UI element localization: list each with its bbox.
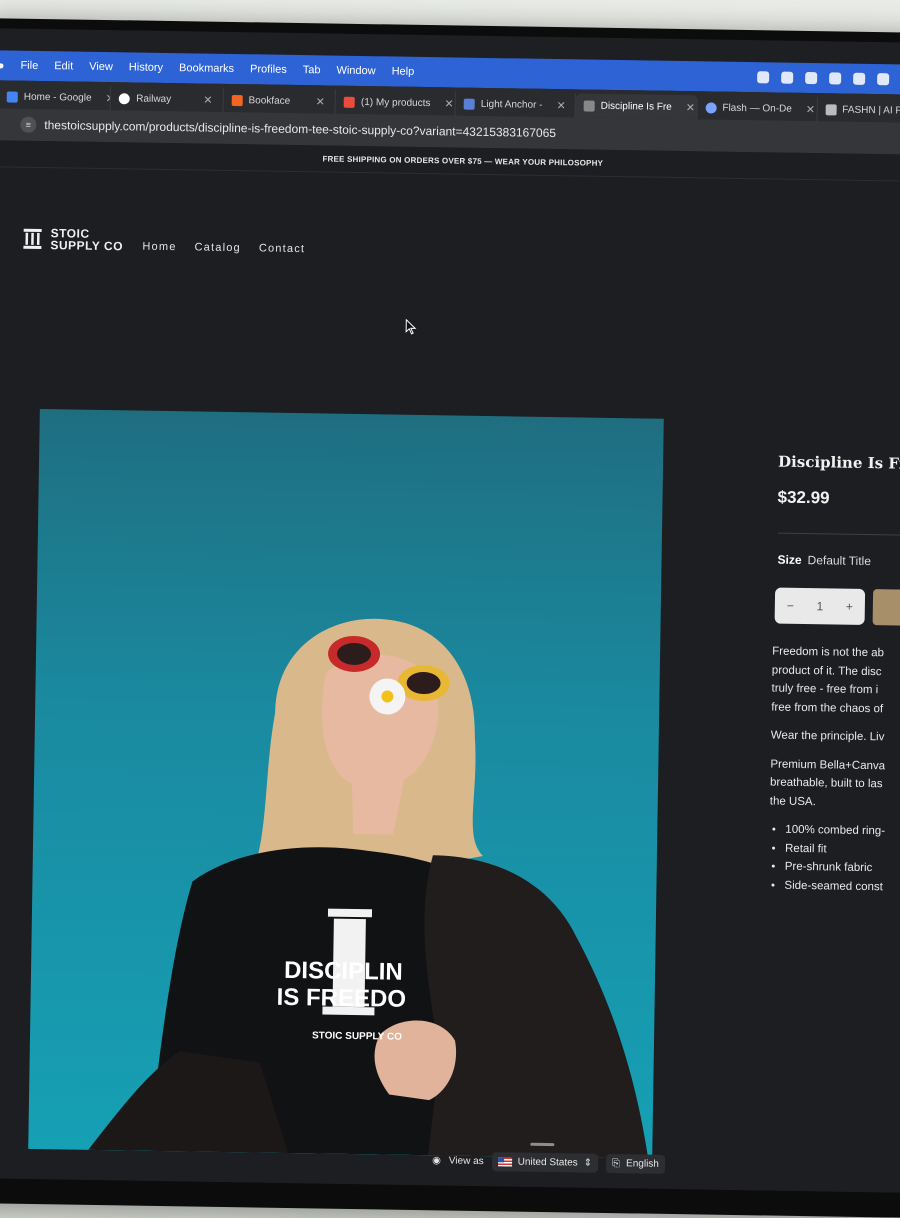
country-value: United States (517, 1156, 578, 1169)
url-text[interactable]: thestoicsupply.com/products/discipline-i… (44, 118, 556, 140)
flash-favicon-icon (705, 101, 717, 114)
status-app-icon[interactable] (853, 72, 866, 85)
tab-discipline-active[interactable]: Discipline Is Fre ✕ (575, 93, 698, 120)
model-photo: DISCIPLIN IS FREEDO STOIC SUPPLY CO (88, 618, 649, 1159)
drag-handle[interactable] (530, 1142, 555, 1147)
feature-list: 100% combed ring- Retail fit Pre-shrunk … (768, 820, 900, 896)
quantity-minus-button[interactable]: − (787, 599, 794, 613)
shirt-print-line-2: IS FREEDO (276, 984, 406, 1013)
view-as-label: View as (448, 1155, 484, 1168)
main-nav: Home Catalog Contact (142, 241, 305, 256)
status-app-icon[interactable] (877, 73, 890, 86)
store-logo[interactable]: STOIC SUPPLY CO (22, 226, 124, 254)
menu-view[interactable]: View (89, 61, 113, 73)
browser-screen: ● File Edit View History Bookmarks Profi… (0, 28, 900, 1193)
feature-item: Retail fit (785, 839, 900, 859)
desc-paragraph-2: Wear the principle. Liv (770, 729, 885, 744)
close-tab-icon[interactable]: ✕ (430, 97, 453, 110)
product-price: $32.99 (777, 487, 830, 508)
desc-line: Premium Bella+Canva (770, 758, 886, 772)
menu-help[interactable]: Help (392, 65, 415, 77)
quantity-stepper: − 1 + (774, 587, 866, 625)
close-tab-icon[interactable]: ✕ (302, 95, 325, 108)
fashn-favicon-icon (825, 103, 837, 115)
translate-icon: ⎘ (612, 1158, 621, 1170)
feature-item: Pre-shrunk fabric (785, 858, 900, 878)
apple-menu-icon[interactable]: ● (0, 58, 5, 72)
language-select[interactable]: ⎘ English (605, 1153, 666, 1174)
eye-icon: ◉ (432, 1155, 441, 1167)
product-image[interactable]: DISCIPLIN IS FREEDO STOIC SUPPLY CO (28, 408, 664, 1159)
updown-chevron-icon: ⇕ (583, 1157, 593, 1169)
stoic-favicon-icon (583, 99, 595, 112)
menu-history[interactable]: History (129, 61, 163, 74)
nav-home[interactable]: Home (142, 241, 176, 254)
size-label: Size (777, 552, 802, 567)
quantity-plus-button[interactable]: + (846, 600, 853, 614)
product-info: Discipline Is Fre $32.99 (777, 453, 900, 511)
language-value: English (626, 1158, 659, 1170)
desc-line: breathable, built to las (769, 776, 883, 791)
close-tab-icon[interactable]: ✕ (672, 100, 695, 114)
menubar-status-icons (757, 71, 890, 86)
product-title: Discipline Is Fre (777, 452, 900, 473)
tab-railway[interactable]: Railway ✕ (110, 86, 224, 112)
desc-line: product of it. The disc (771, 664, 882, 678)
monitor-bezel: ● File Edit View History Bookmarks Profi… (0, 18, 900, 1218)
tab-home-google[interactable]: Home - Google ✕ (0, 84, 112, 111)
us-flag-icon (497, 1157, 512, 1167)
tab-light-anchor[interactable]: Light Anchor - ✕ (455, 91, 576, 118)
add-to-cart-button[interactable] (872, 589, 900, 626)
pillar-logo-icon (23, 228, 42, 249)
tab-my-products[interactable]: (1) My products ✕ (335, 89, 456, 116)
product-description: Freedom is not the ab product of it. The… (768, 643, 900, 897)
country-select[interactable]: United States ⇕ (491, 1152, 599, 1173)
status-app-icon[interactable] (781, 71, 794, 84)
nav-contact[interactable]: Contact (259, 242, 305, 255)
desc-line: truly free - free from i (771, 682, 879, 697)
menu-bookmarks[interactable]: Bookmarks (179, 62, 234, 75)
menu-edit[interactable]: Edit (54, 60, 73, 72)
size-selector: Size Default Title (777, 553, 871, 568)
shirt-print-line-1: DISCIPLIN (284, 957, 403, 986)
close-tab-icon[interactable]: ✕ (542, 98, 565, 112)
status-app-icon[interactable] (829, 72, 842, 85)
google-favicon-icon (6, 90, 18, 103)
status-app-icon[interactable] (805, 71, 818, 85)
close-tab-icon[interactable]: ✕ (91, 91, 111, 104)
store-page: FREE SHIPPING ON ORDERS OVER $75 — WEAR … (0, 140, 900, 1193)
tab-bookface[interactable]: Bookface ✕ (223, 87, 337, 114)
calendar-favicon-icon (463, 98, 475, 110)
close-tab-icon[interactable]: ✕ (189, 93, 212, 106)
desc-line: Freedom is not the ab (772, 645, 885, 660)
feature-item: 100% combed ring- (785, 821, 900, 841)
feature-item: Side-seamed const (784, 876, 900, 896)
close-tab-icon[interactable]: ✕ (792, 102, 815, 115)
size-value: Default Title (807, 553, 872, 569)
railway-favicon-icon (119, 92, 131, 104)
divider (777, 532, 900, 537)
nav-catalog[interactable]: Catalog (194, 241, 241, 254)
bookface-favicon-icon (231, 94, 243, 106)
products-favicon-icon (343, 96, 356, 108)
mouse-cursor-icon (405, 318, 417, 335)
quantity-value[interactable]: 1 (816, 599, 823, 613)
menu-profiles[interactable]: Profiles (250, 63, 287, 76)
shirt-print-line-3: STOIC SUPPLY CO (312, 1030, 402, 1042)
desc-line: the USA. (769, 795, 816, 808)
menu-window[interactable]: Window (336, 65, 375, 78)
tab-fashn[interactable]: FASHN | AI Fa (817, 97, 900, 123)
site-settings-icon[interactable]: ≡ (20, 116, 37, 133)
desc-line: free from the chaos of (771, 701, 884, 715)
status-app-icon[interactable] (757, 71, 770, 84)
tab-flash[interactable]: Flash — On-De ✕ (697, 95, 818, 122)
menu-file[interactable]: File (20, 60, 38, 72)
brand-line-2: SUPPLY CO (50, 238, 124, 254)
locale-switcher: ◉ View as United States ⇕ ⎘ English (432, 1151, 666, 1174)
menu-tab[interactable]: Tab (303, 64, 321, 76)
